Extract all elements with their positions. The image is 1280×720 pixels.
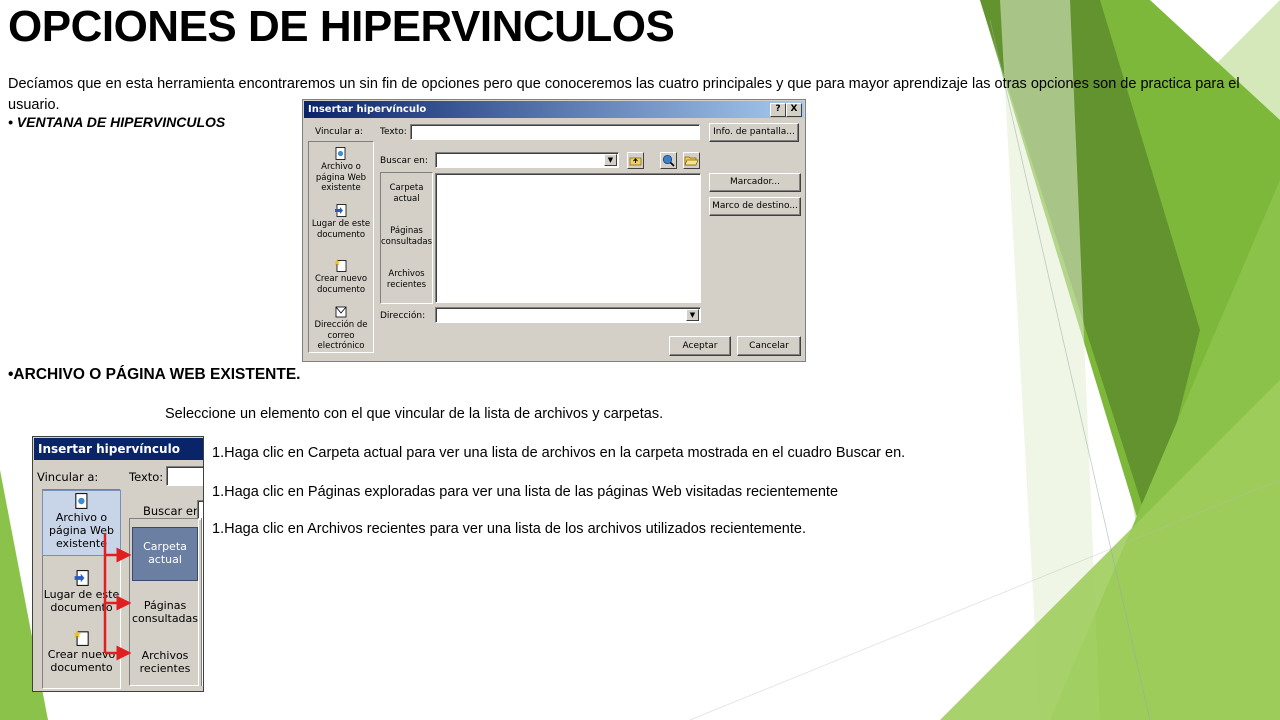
section-heading: •ARCHIVO O PÁGINA WEB EXISTENTE. [8, 366, 301, 383]
pane-archivos-label1: Archivos [388, 269, 425, 279]
texto-label: Texto: [380, 127, 407, 137]
marcador-button[interactable]: Marcador... [709, 173, 801, 192]
open-folder-button[interactable] [683, 152, 700, 169]
nav-item-archivo[interactable]: Archivo o página Web existente [309, 147, 373, 194]
pane-paginas-label2: consultadas [381, 236, 433, 247]
pane-item-archivos[interactable]: Archivos recientes [381, 269, 432, 290]
buscar-nav: Carpeta actual Páginas consultadas Archi… [380, 172, 433, 304]
cancelar-button[interactable]: Cancelar [737, 336, 801, 356]
chevron-down-icon[interactable]: ▼ [686, 309, 699, 321]
web-page-icon [335, 147, 346, 160]
help-button[interactable]: ? [770, 103, 786, 117]
vincular-label: Vincular a: [315, 127, 363, 137]
close-button[interactable]: X [786, 103, 802, 117]
web-search-button[interactable] [660, 152, 677, 169]
nav-item-crear[interactable]: Crear nuevo documento [309, 259, 373, 295]
globe-search-icon [662, 154, 675, 167]
pane-item-paginas[interactable]: Páginas consultadas [381, 226, 432, 247]
lead-text: Seleccione un elemento con el que vincul… [165, 406, 664, 422]
nav-lugar-label2: documento [316, 229, 366, 240]
pane-carpeta-label1: Carpeta [389, 183, 424, 193]
up-folder-icon [629, 157, 642, 166]
file-list[interactable] [435, 173, 701, 303]
buscar-label: Buscar en: [380, 156, 428, 166]
page-title: OPCIONES DE HIPERVINCULOS [8, 2, 675, 51]
pane-archivos-label2: recientes [386, 279, 427, 290]
direccion-label: Dirección: [380, 311, 426, 321]
pane-paginas-label1: Páginas [390, 226, 423, 236]
red-arrows [103, 533, 132, 661]
email-icon [335, 306, 347, 318]
nav-correo-label1: Dirección de [314, 320, 368, 330]
bullet-window: • VENTANA DE HIPERVINCULOS [8, 114, 226, 130]
up-folder-button[interactable] [627, 152, 644, 169]
chevron-down-icon[interactable]: ▼ [604, 154, 617, 166]
pane-item-carpeta[interactable]: Carpeta actual [381, 183, 432, 204]
nav-item-correo[interactable]: Dirección de correo electrónico [309, 305, 373, 352]
vincular-nav: Archivo o página Web existente Lugar de … [308, 141, 374, 353]
nav-archivo-label3: existente [321, 183, 361, 193]
buscar-select[interactable]: ▼ [435, 152, 619, 168]
nav-crear-label1: Crear nuevo [314, 274, 368, 284]
new-document-icon [335, 259, 347, 272]
nav-archivo-label1: Archivo o [321, 162, 361, 172]
zoomed-dialog: Insertar hipervínculo Vincular a: Texto:… [32, 436, 204, 692]
nav-archivo-label2: página Web [315, 172, 367, 183]
pane-carpeta-label2: actual [393, 193, 420, 204]
place-document-icon [335, 204, 347, 217]
step-archivos-recientes: 1.Haga clic en Archivos recientes para v… [212, 521, 806, 537]
texto-input[interactable] [410, 124, 700, 140]
aceptar-button[interactable]: Aceptar [669, 336, 731, 356]
nav-correo-label2: correo [327, 330, 355, 341]
nav-lugar-label1: Lugar de este [311, 219, 371, 229]
dialog-title: Insertar hipervínculo [308, 104, 427, 115]
info-pantalla-button[interactable]: Info. de pantalla... [709, 123, 799, 142]
step-carpeta-actual: 1.Haga clic en Carpeta actual para ver u… [212, 445, 906, 461]
nav-crear-label2: documento [316, 284, 366, 295]
dialog-titlebar: Insertar hipervínculo ? X [304, 101, 804, 118]
direccion-input[interactable]: ▼ [435, 307, 701, 323]
marco-destino-button[interactable]: Marco de destino... [709, 197, 801, 216]
nav-item-lugar[interactable]: Lugar de este documento [309, 204, 373, 240]
step-paginas-exploradas: 1.Haga clic en Páginas exploradas para v… [212, 484, 839, 500]
insert-hyperlink-dialog: Insertar hipervínculo ? X Vincular a: Te… [302, 99, 806, 362]
nav-correo-label3: electrónico [317, 341, 365, 351]
open-folder-icon [684, 156, 699, 166]
